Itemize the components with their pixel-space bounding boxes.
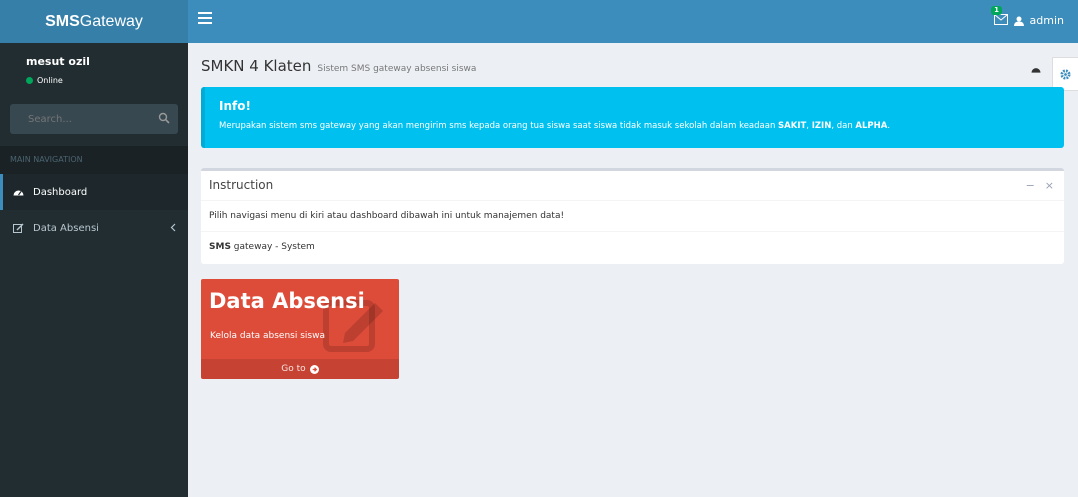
status-label: Online (37, 76, 63, 85)
app-logo[interactable]: SMS Gateway (0, 0, 188, 43)
box-body: Pilih navigasi menu di kiri atau dashboa… (201, 201, 1064, 232)
user-menu[interactable]: admin (1013, 14, 1064, 27)
sidebar-user-name: mesut ozil (26, 55, 90, 68)
dashboard-icon (1031, 68, 1041, 73)
breadcrumb[interactable] (1031, 65, 1041, 77)
callout-text: Merupakan sistem sms gateway yang akan m… (219, 121, 891, 131)
sidebar-item-label: Data Absensi (33, 222, 99, 234)
sidebar: mesut ozil Online MAIN NAVIGATION Dashbo… (0, 43, 188, 497)
search-icon[interactable] (158, 112, 170, 124)
user-name: admin (1029, 14, 1064, 27)
tile-footer-label: Go to (281, 364, 306, 374)
sidebar-item-label: Dashboard (33, 186, 88, 198)
logo-bold: SMS (45, 12, 80, 30)
sidebar-toggle-icon[interactable] (198, 12, 212, 26)
box-title: Instruction (209, 178, 274, 192)
edit-icon (13, 223, 27, 234)
nav-header: MAIN NAVIGATION (0, 146, 188, 174)
info-callout: Info! Merupakan sistem sms gateway yang … (201, 87, 1064, 148)
online-dot-icon (26, 77, 33, 84)
top-navbar: 1 admin (188, 0, 1078, 43)
arrow-circle-right-icon (309, 364, 319, 374)
mail-badge: 1 (991, 6, 1002, 15)
box-header: Instruction − × (201, 171, 1064, 201)
sidebar-item-data-absensi[interactable]: Data Absensi (0, 210, 188, 246)
tile-description: Kelola data absensi siswa (210, 331, 325, 341)
page-subtitle: Sistem SMS gateway absensi siswa (317, 64, 477, 74)
box-footer: SMS gateway - System (209, 242, 315, 252)
settings-toggle[interactable] (1052, 57, 1078, 91)
chevron-left-icon (170, 223, 176, 232)
tile-goto-link[interactable]: Go to (201, 359, 399, 379)
content-header: SMKN 4 Klaten Sistem SMS gateway absensi… (201, 57, 476, 75)
callout-title: Info! (219, 99, 251, 113)
user-status: Online (26, 76, 188, 85)
minimize-icon[interactable]: − (1026, 179, 1035, 192)
sidebar-search (10, 104, 178, 134)
dashboard-icon (13, 187, 27, 197)
sidebar-item-dashboard[interactable]: Dashboard (0, 174, 188, 210)
gear-icon (1060, 68, 1071, 80)
search-input[interactable] (10, 104, 150, 134)
instruction-box: Instruction − × Pilih navigasi menu di k… (201, 168, 1064, 264)
logo-rest: Gateway (79, 12, 143, 30)
data-absensi-tile: Data Absensi Kelola data absensi siswa G… (201, 279, 399, 379)
tile-title: Data Absensi (209, 289, 365, 313)
content-wrapper: SMKN 4 Klaten Sistem SMS gateway absensi… (188, 43, 1078, 497)
page-title: SMKN 4 Klaten (201, 57, 312, 75)
user-icon (1013, 16, 1024, 26)
mail-icon[interactable] (994, 14, 1008, 25)
box-tools: − × (1026, 179, 1054, 192)
user-panel: mesut ozil Online (0, 43, 188, 98)
close-icon[interactable]: × (1045, 179, 1054, 192)
